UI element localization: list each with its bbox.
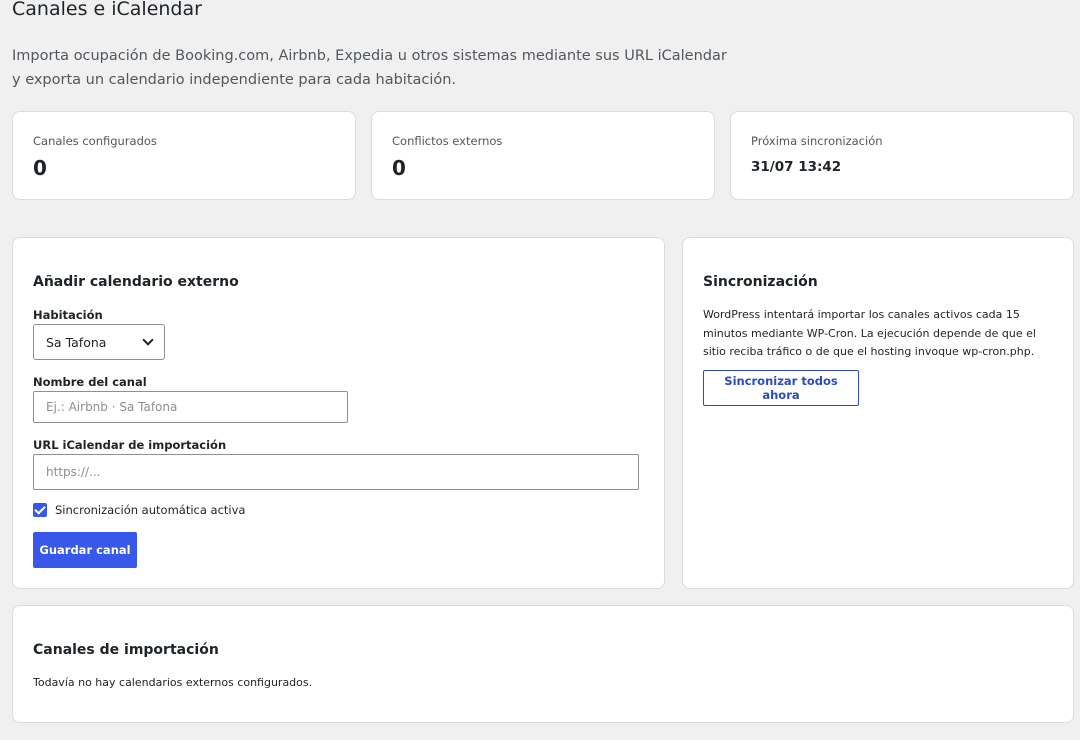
- import-channels-title: Canales de importación: [33, 642, 219, 658]
- add-calendar-card: Añadir calendario externo Habitación Sa …: [12, 237, 665, 589]
- room-label: Habitación: [33, 308, 103, 322]
- import-channels-card: Canales de importación Todavía no hay ca…: [12, 605, 1074, 723]
- stat-value: 0: [33, 156, 47, 180]
- auto-sync-checkbox[interactable]: [33, 503, 47, 517]
- room-select[interactable]: Sa Tafona: [33, 324, 165, 360]
- add-calendar-title: Añadir calendario externo: [33, 274, 239, 290]
- channel-name-input[interactable]: [33, 391, 348, 423]
- sync-card: Sincronización WordPress intentará impor…: [682, 237, 1074, 589]
- page-title: Canales e iCalendar: [12, 0, 202, 20]
- stat-value: 31/07 13:42: [751, 159, 842, 175]
- stat-card-conflicts: Conflictos externos 0: [371, 111, 715, 200]
- page-intro: Importa ocupación de Booking.com, Airbnb…: [12, 48, 727, 88]
- auto-sync-row: Sincronización automática activa: [33, 503, 245, 517]
- chevron-down-icon: [142, 334, 154, 346]
- stat-label: Próxima sincronización: [751, 134, 883, 148]
- stat-value: 0: [392, 156, 406, 180]
- sync-title: Sincronización: [703, 274, 818, 290]
- empty-state-text: Todavía no hay calendarios externos conf…: [33, 676, 313, 689]
- stat-card-next-sync: Próxima sincronización 31/07 13:42: [730, 111, 1074, 200]
- import-url-label: URL iCalendar de importación: [33, 438, 227, 452]
- sync-description: WordPress intentará importar los canales…: [703, 308, 1036, 358]
- stat-label: Canales configurados: [33, 134, 157, 148]
- channel-name-label: Nombre del canal: [33, 375, 147, 389]
- save-channel-button[interactable]: Guardar canal: [33, 532, 137, 568]
- import-url-input[interactable]: [33, 454, 639, 490]
- room-select-value: Sa Tafona: [46, 334, 107, 350]
- sync-all-button[interactable]: Sincronizar todos ahora: [703, 370, 859, 406]
- auto-sync-label: Sincronización automática activa: [55, 503, 246, 517]
- stat-card-channels: Canales configurados 0: [12, 111, 356, 200]
- stat-label: Conflictos externos: [392, 134, 503, 148]
